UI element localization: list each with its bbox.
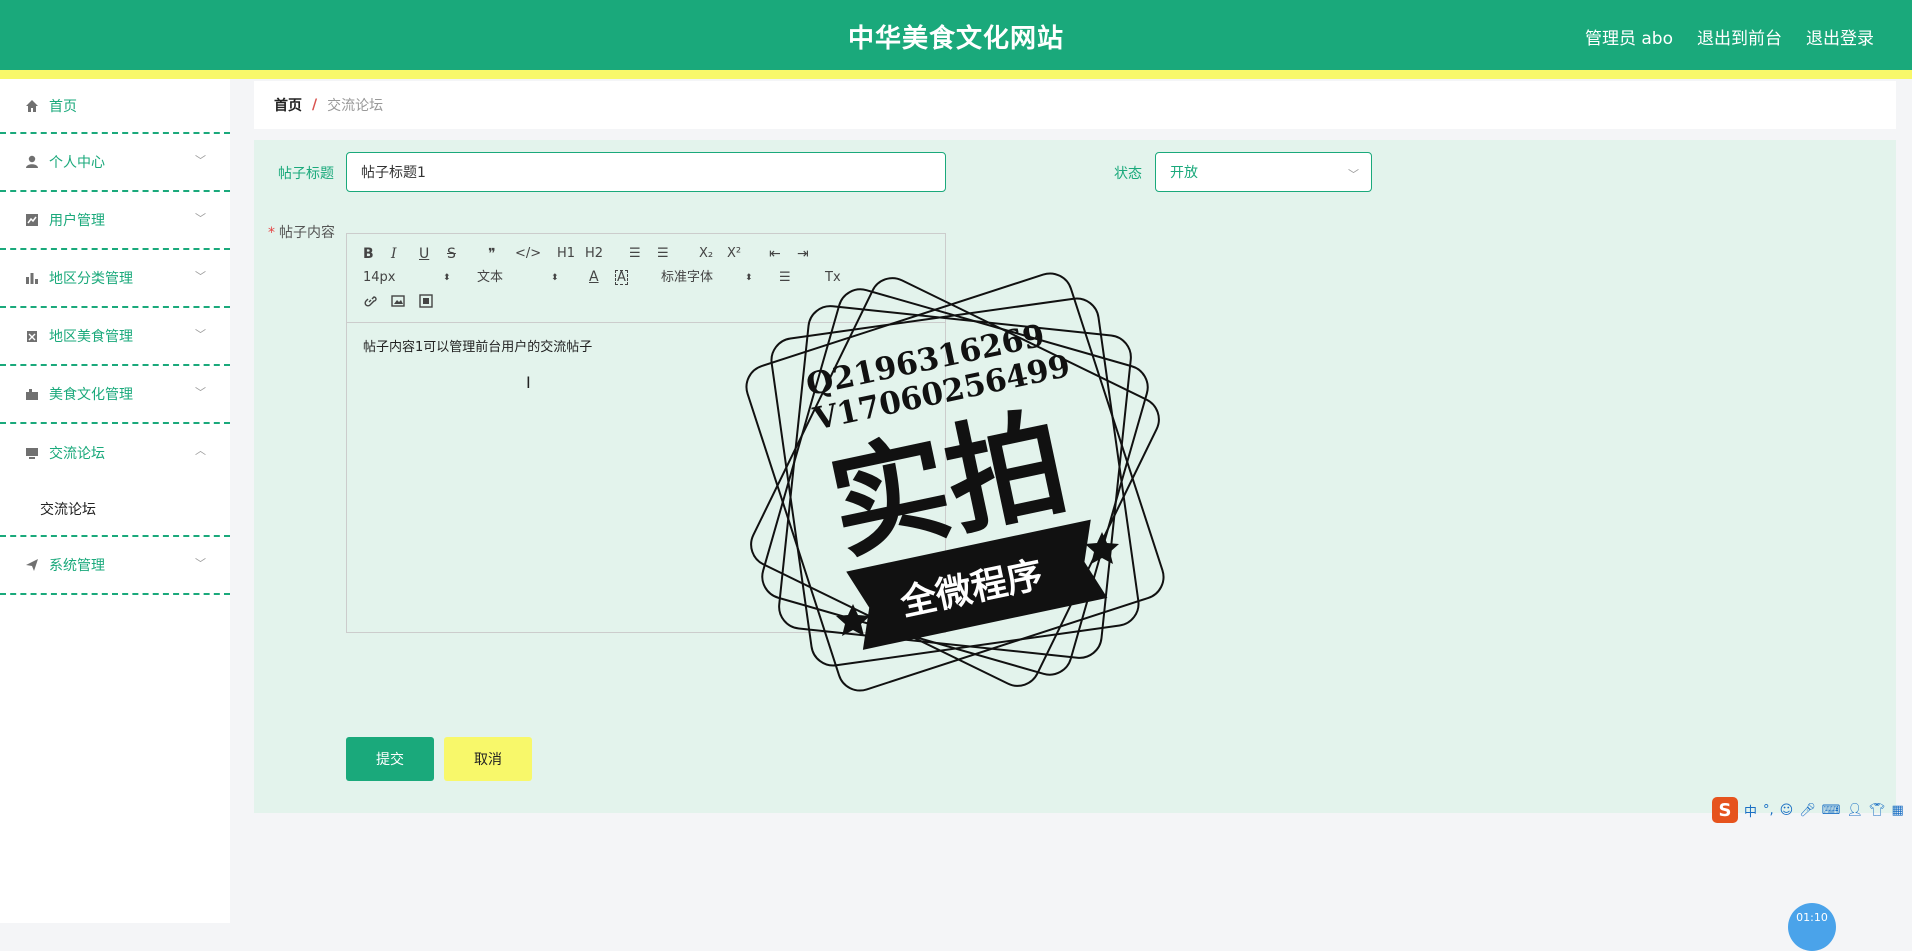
header-links: 管理员 abo 退出到前台 退出登录 (1585, 24, 1874, 49)
submit-button[interactable]: 提交 (346, 737, 434, 781)
link-icon[interactable] (363, 294, 377, 312)
sidebar-item-region-food[interactable]: 地区美食管理 ﹀ (0, 308, 230, 366)
video-icon[interactable] (419, 294, 433, 312)
star-icon (1085, 532, 1119, 564)
breadcrumb: 首页 / 交流论坛 (254, 81, 1896, 129)
required-mark: * (268, 225, 275, 241)
superscript-button[interactable]: X² (727, 246, 741, 262)
title-label: 帖子标题 (278, 166, 334, 182)
bold-button[interactable]: B (363, 246, 374, 262)
bar-chart-icon (24, 270, 40, 286)
text-color-button[interactable]: A (589, 269, 599, 285)
sidebar-item-label: 美食文化管理 (49, 387, 133, 403)
bullet-list-button[interactable]: ☰ (657, 246, 669, 262)
image-icon[interactable] (391, 294, 405, 312)
ordered-list-button[interactable]: ☰ (629, 246, 641, 262)
star-icon (836, 604, 870, 636)
ime-lang[interactable]: 中 (1744, 801, 1757, 820)
sidebar-item-food-culture[interactable]: 美食文化管理 ﹀ (0, 366, 230, 424)
sidebar-item-users[interactable]: 用户管理 ﹀ (0, 192, 230, 250)
exit-to-front-link[interactable]: 退出到前台 (1697, 24, 1782, 49)
sidebar-item-profile[interactable]: 个人中心 ﹀ (0, 134, 230, 192)
code-block-button[interactable]: </> (515, 246, 541, 262)
send-icon (24, 557, 40, 573)
chevron-down-icon: ﹀ (1348, 168, 1359, 181)
sidebar-item-label: 用户管理 (49, 213, 105, 229)
chevron-down-icon: ﹀ (195, 557, 206, 570)
monitor-icon (24, 445, 40, 461)
header-picker-arrow-icon: ⬍ (551, 273, 559, 283)
sidebar-item-label: 个人中心 (49, 155, 105, 171)
header-stripe (0, 70, 1912, 79)
grid-icon[interactable]: ▦ (1892, 803, 1904, 818)
emoji-icon[interactable]: ☺ (1780, 803, 1794, 818)
microphone-icon[interactable]: 🎤︎ (1799, 803, 1816, 818)
header-picker[interactable]: 文本 (477, 270, 503, 286)
italic-button[interactable]: I (391, 246, 397, 262)
sidebar-item-label: 首页 (49, 98, 77, 115)
header1-button[interactable]: H1 (557, 246, 575, 262)
indent-button[interactable]: ⇥ (797, 246, 809, 262)
keyboard-icon[interactable]: ⌨ (1822, 803, 1841, 818)
sidebar-item-home[interactable]: 首页 (0, 79, 230, 134)
sidebar-subitem-forum[interactable]: 交流论坛 (0, 482, 230, 537)
ime-logo[interactable]: S (1712, 797, 1738, 823)
home-icon (24, 98, 40, 114)
background-color-button[interactable]: A (615, 270, 628, 285)
logout-link[interactable]: 退出登录 (1806, 24, 1874, 49)
editor-content[interactable]: 帖子内容1可以管理前台用户的交流帖子 (363, 336, 592, 355)
clock-widget: 01:10 (1788, 903, 1836, 951)
chevron-down-icon: ﹀ (195, 328, 206, 341)
breadcrumb-current: 交流论坛 (327, 98, 384, 114)
outdent-button[interactable]: ⇤ (769, 246, 781, 262)
status-value: 开放 (1170, 165, 1198, 181)
ime-punct[interactable]: °, (1763, 803, 1774, 818)
breadcrumb-separator: / (312, 97, 318, 113)
top-header: 中华美食文化网站 管理员 abo 退出到前台 退出登录 (0, 0, 1912, 79)
sidebar-item-label: 系统管理 (49, 558, 105, 574)
strike-button[interactable]: S (447, 246, 456, 262)
breadcrumb-home[interactable]: 首页 (274, 95, 302, 115)
title-input[interactable]: 帖子标题1 (346, 152, 946, 192)
watermark-stamp: Q2196316269 V17060256499 实拍 全微程序 (745, 272, 1165, 692)
underline-button[interactable]: U (419, 246, 429, 262)
cancel-button[interactable]: 取消 (444, 737, 532, 781)
header2-button[interactable]: H2 (585, 246, 603, 262)
briefcase-icon (24, 386, 40, 402)
chevron-down-icon: ﹀ (195, 270, 206, 283)
user-icon[interactable]: 👤︎ (1847, 803, 1864, 818)
status-select[interactable]: 开放 ﹀ (1155, 152, 1372, 192)
size-picker-arrow-icon: ⬍ (443, 273, 451, 283)
sidebar-item-forum[interactable]: 交流论坛 ︿ (0, 424, 230, 482)
sidebar: 首页 个人中心 ﹀ 用户管理 ﹀ 地区分类管理 ﹀ 地区美食管理 ﹀ 美食文化管… (0, 79, 230, 923)
chevron-up-icon: ︿ (195, 444, 206, 457)
sidebar-item-system[interactable]: 系统管理 ﹀ (0, 537, 230, 595)
shirt-icon[interactable]: 👕︎ (1869, 803, 1886, 818)
admin-user-label[interactable]: 管理员 abo (1585, 24, 1673, 49)
sidebar-item-label: 地区美食管理 (49, 329, 133, 345)
chevron-down-icon: ﹀ (195, 212, 206, 225)
content-label: * 帖子内容 (268, 225, 335, 241)
ime-toolbar: S 中 °, ☺ 🎤︎ ⌨ 👤︎ 👕︎ ▦ (1712, 796, 1904, 824)
user-icon (24, 154, 40, 170)
text-cursor-icon: I (526, 373, 531, 392)
chart-icon (24, 212, 40, 228)
chevron-down-icon: ﹀ (195, 386, 206, 399)
clipboard-icon (24, 328, 40, 344)
sidebar-item-region-category[interactable]: 地区分类管理 ﹀ (0, 250, 230, 308)
sidebar-item-label: 地区分类管理 (49, 271, 133, 287)
chevron-down-icon: ﹀ (195, 154, 206, 167)
sidebar-item-label: 交流论坛 (49, 446, 105, 462)
size-picker[interactable]: 14px (363, 270, 396, 286)
blockquote-button[interactable]: ❞ (488, 246, 496, 262)
status-label: 状态 (1114, 166, 1142, 182)
subscript-button[interactable]: X₂ (699, 246, 713, 262)
font-picker[interactable]: 标准字体 (661, 270, 713, 286)
